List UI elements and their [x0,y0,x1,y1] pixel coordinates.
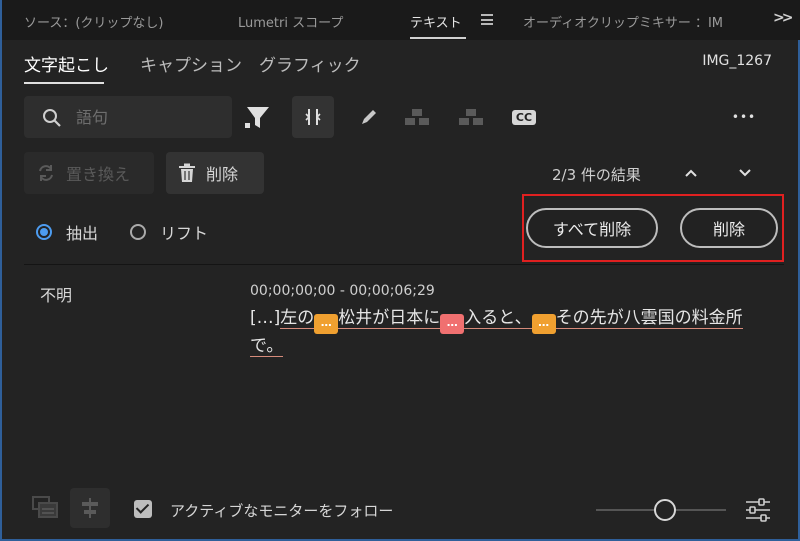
sub-tab-bar: 文字起こし キャプション グラフィック IMG_1267 [2,40,800,84]
tab-lumetri-scopes[interactable]: Lumetri スコープ [238,12,343,31]
tab-source[interactable]: ソース：(クリップなし) [24,12,164,31]
pause-marker-selected[interactable]: … [440,314,465,334]
create-captions-icon[interactable]: CC [506,96,542,138]
transcript-word[interactable]: 入ると、 [464,308,532,329]
replace-icon [39,165,53,181]
tab-transcript[interactable]: 文字起こし [24,51,109,76]
active-tab-underline [410,37,466,39]
search-icon [43,109,61,127]
trash-icon [179,163,195,182]
delete-pill-button[interactable]: 削除 [680,208,778,248]
panel-tab-bar: ソース：(クリップなし) Lumetri スコープ テキスト オーディオクリップ… [2,0,800,40]
extract-radio[interactable]: 抽出 [36,220,98,244]
segment-timecode: 00;00;00;00 - 00;00;06;29 [250,283,435,299]
align-icon[interactable] [70,488,110,528]
clip-name: IMG_1267 [702,53,772,69]
transcript-text[interactable]: […]左の… 松井が日本に… 入ると、… その先が八雲国の料金所で。 [250,306,750,359]
split-segment-icon [400,96,434,138]
follow-monitor-checkbox[interactable] [134,500,152,518]
pencil-icon[interactable] [352,96,386,138]
transcript-panel: ソース：(クリップなし) Lumetri スコープ テキスト オーディオクリップ… [0,0,800,541]
delete-all-button[interactable]: すべて削除 [526,208,658,248]
previous-result-icon[interactable] [678,160,704,186]
tab-graphics[interactable]: グラフィック [259,51,361,76]
tab-captions[interactable]: キャプション [140,51,242,76]
pause-toggle-icon[interactable] [292,96,334,138]
cc-label: CC [511,109,537,125]
tab-text[interactable]: テキスト [410,12,462,31]
panel-menu-icon[interactable] [481,14,493,25]
merge-segment-icon [454,96,488,138]
sync-transcript-icon[interactable] [26,488,66,528]
radio-indicator [130,224,146,240]
more-options-icon[interactable]: ••• [726,96,762,138]
filter-icon[interactable] [240,96,274,138]
transcript-prefix: […] [250,308,281,328]
lift-label: リフト [160,224,209,243]
speaker-label[interactable]: 不明 [40,282,72,306]
tab-overflow-icon[interactable]: >> [773,10,794,26]
delete-button[interactable]: 削除 [166,152,264,194]
replace-button[interactable]: 置き換え [24,152,154,194]
active-subtab-underline [24,82,104,84]
pause-marker[interactable]: … [531,314,556,334]
search-input[interactable] [76,104,226,130]
transcript-word[interactable]: 松井が日本に [338,308,441,329]
delete-label: 削除 [206,165,239,184]
tab-audio-clip-mixer[interactable]: オーディオクリップミキサー ：IM [523,12,723,31]
follow-monitor-label: アクティブなモニターをフォロー [170,502,394,520]
search-field[interactable] [24,96,232,138]
transcript-word[interactable]: 左の [280,308,315,329]
extract-label: 抽出 [66,224,99,243]
search-results-count: 2/3 件の結果 [552,166,641,184]
divider [24,264,784,265]
replace-label: 置き換え [66,165,131,184]
pause-marker[interactable]: … [314,314,339,334]
next-result-icon[interactable] [732,160,758,186]
lift-radio[interactable]: リフト [130,220,208,244]
radio-selected-indicator [36,224,52,240]
zoom-slider-thumb[interactable] [654,499,676,521]
sliders-settings-icon[interactable] [744,497,772,523]
